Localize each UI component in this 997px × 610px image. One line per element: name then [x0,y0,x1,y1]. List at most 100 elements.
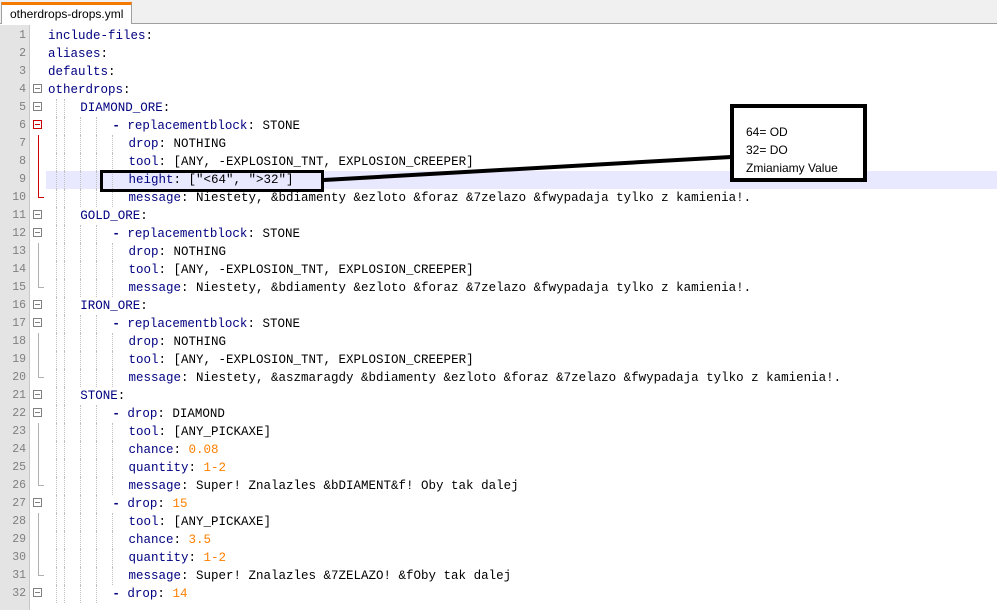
code-line[interactable]: 15 message: Niestety, &bdiamenty &ezloto … [0,279,997,297]
indent-guide [96,117,98,135]
code-line[interactable]: 18 drop: NOTHING [0,333,997,351]
code-line[interactable]: 29 chance: 3.5 [0,531,997,549]
fold-toggle-icon[interactable] [33,408,42,417]
code-line[interactable]: 22 - drop: DIAMOND [0,405,997,423]
code-text: tool: [ANY_PICKAXE] [129,423,272,441]
line-number: 16 [12,299,26,312]
fold-toggle-icon[interactable] [33,120,42,129]
code-token: : [ANY, -EXPLOSION_TNT, EXPLOSION_CREEPE… [158,155,474,169]
indent-guide [80,225,82,243]
indent-guide [56,225,58,243]
indent-guide [80,135,82,153]
fold-line [38,333,39,351]
fold-toggle-icon[interactable] [33,228,42,237]
indent-guide [64,315,66,333]
code-line[interactable]: 24 chance: 0.08 [0,441,997,459]
fold-toggle-icon[interactable] [33,498,42,507]
line-number: 1 [19,29,26,42]
code-token: : STONE [247,227,300,241]
indent-guide [56,549,58,567]
code-token: message [128,281,182,295]
fold-toggle-icon[interactable] [33,318,42,327]
indent-guide [80,117,82,135]
line-number: 2 [19,47,26,60]
indent-guide [96,405,98,423]
code-token: drop [128,137,159,151]
code-line[interactable]: 26 message: Super! Znalazles &bDIAMENT&f!… [0,477,997,495]
callout-line-1: 64= OD [746,125,788,139]
indent-guide [96,549,98,567]
fold-toggle-icon[interactable] [33,102,42,111]
tab-file[interactable]: otherdrops-drops.yml [1,2,133,24]
code-line[interactable]: 30 quantity: 1-2 [0,549,997,567]
code-text: IRON_ORE: [80,297,148,315]
indent-guide [64,279,66,297]
fold-toggle-icon[interactable] [33,390,42,399]
code-line[interactable]: 23 tool: [ANY_PICKAXE] [0,423,997,441]
line-number: 3 [19,65,26,78]
code-line[interactable]: 3 defaults: [0,63,997,81]
code-line[interactable]: 1 include-files: [0,27,997,45]
code-token: 15 [172,497,188,511]
code-token: 0.08 [188,443,219,457]
indent-guide [64,243,66,261]
code-text: - drop: DIAMOND [112,405,225,423]
fold-toggle-icon[interactable] [33,588,42,597]
line-number: 27 [12,497,26,510]
line-number: 11 [12,209,26,222]
indent-guide [80,477,82,495]
code-token: : NOTHING [158,335,227,349]
code-token: : Super! Znalazles &7ZELAZO! &fOby tak d… [181,569,512,583]
indent-guide [112,261,114,279]
indent-guide [56,279,58,297]
callout-line-3: Zmianiamy Value [746,161,838,175]
indent-guide [56,351,58,369]
fold-line [38,171,39,189]
code-line[interactable]: 21 STONE: [0,387,997,405]
fold-toggle-icon[interactable] [33,300,42,309]
indent-guide [56,477,58,495]
indent-guide [64,117,66,135]
indent-guide [80,423,82,441]
line-number: 32 [12,587,26,600]
code-line[interactable]: 27 - drop: 15 [0,495,997,513]
code-text: quantity: 1-2 [129,459,227,477]
code-line[interactable]: 28 tool: [ANY_PICKAXE] [0,513,997,531]
indent-guide [56,117,58,135]
code-line[interactable]: 17 - replacementblock: STONE [0,315,997,333]
indent-guide [80,513,82,531]
indent-guide [64,297,66,315]
code-line[interactable]: 2 aliases: [0,45,997,63]
line-number: 20 [12,371,26,384]
code-token: GOLD_ORE [80,209,141,223]
fold-end-marker [38,287,44,288]
indent-guide [112,423,114,441]
code-token: : [ANY, -EXPLOSION_TNT, EXPLOSION_CREEPE… [158,263,474,277]
code-line[interactable]: 12 - replacementblock: STONE [0,225,997,243]
code-text: message: Super! Znalazles &7ZELAZO! &fOb… [129,567,512,585]
indent-guide [80,495,82,513]
code-line[interactable]: 13 drop: NOTHING [0,243,997,261]
indent-guide [56,369,58,387]
code-line[interactable]: 32 - drop: 14 [0,585,997,603]
indent-guide [96,243,98,261]
code-line[interactable]: 14 tool: [ANY, -EXPLOSION_TNT, EXPLOSION_… [0,261,997,279]
fold-toggle-icon[interactable] [33,210,42,219]
indent-guide [112,279,114,297]
indent-guide [80,585,82,603]
code-line[interactable]: 20 message: Niestety, &aszmaragdy &bdiame… [0,369,997,387]
code-line[interactable]: 16 IRON_ORE: [0,297,997,315]
code-line[interactable]: 11 GOLD_ORE: [0,207,997,225]
code-token: : [ANY, -EXPLOSION_TNT, EXPLOSION_CREEPE… [158,353,474,367]
code-token: replacementblock [127,227,248,241]
code-line[interactable]: 25 quantity: 1-2 [0,459,997,477]
code-line[interactable]: 31 message: Super! Znalazles &7ZELAZO! &f… [0,567,997,585]
line-number: 10 [12,191,26,204]
indent-guide [64,189,66,207]
indent-guide [80,441,82,459]
code-line[interactable]: 19 tool: [ANY, -EXPLOSION_TNT, EXPLOSION_… [0,351,997,369]
fold-toggle-icon[interactable] [33,84,42,93]
line-number: 8 [19,155,26,168]
code-line[interactable]: 4 otherdrops: [0,81,997,99]
code-token: tool [128,425,159,439]
